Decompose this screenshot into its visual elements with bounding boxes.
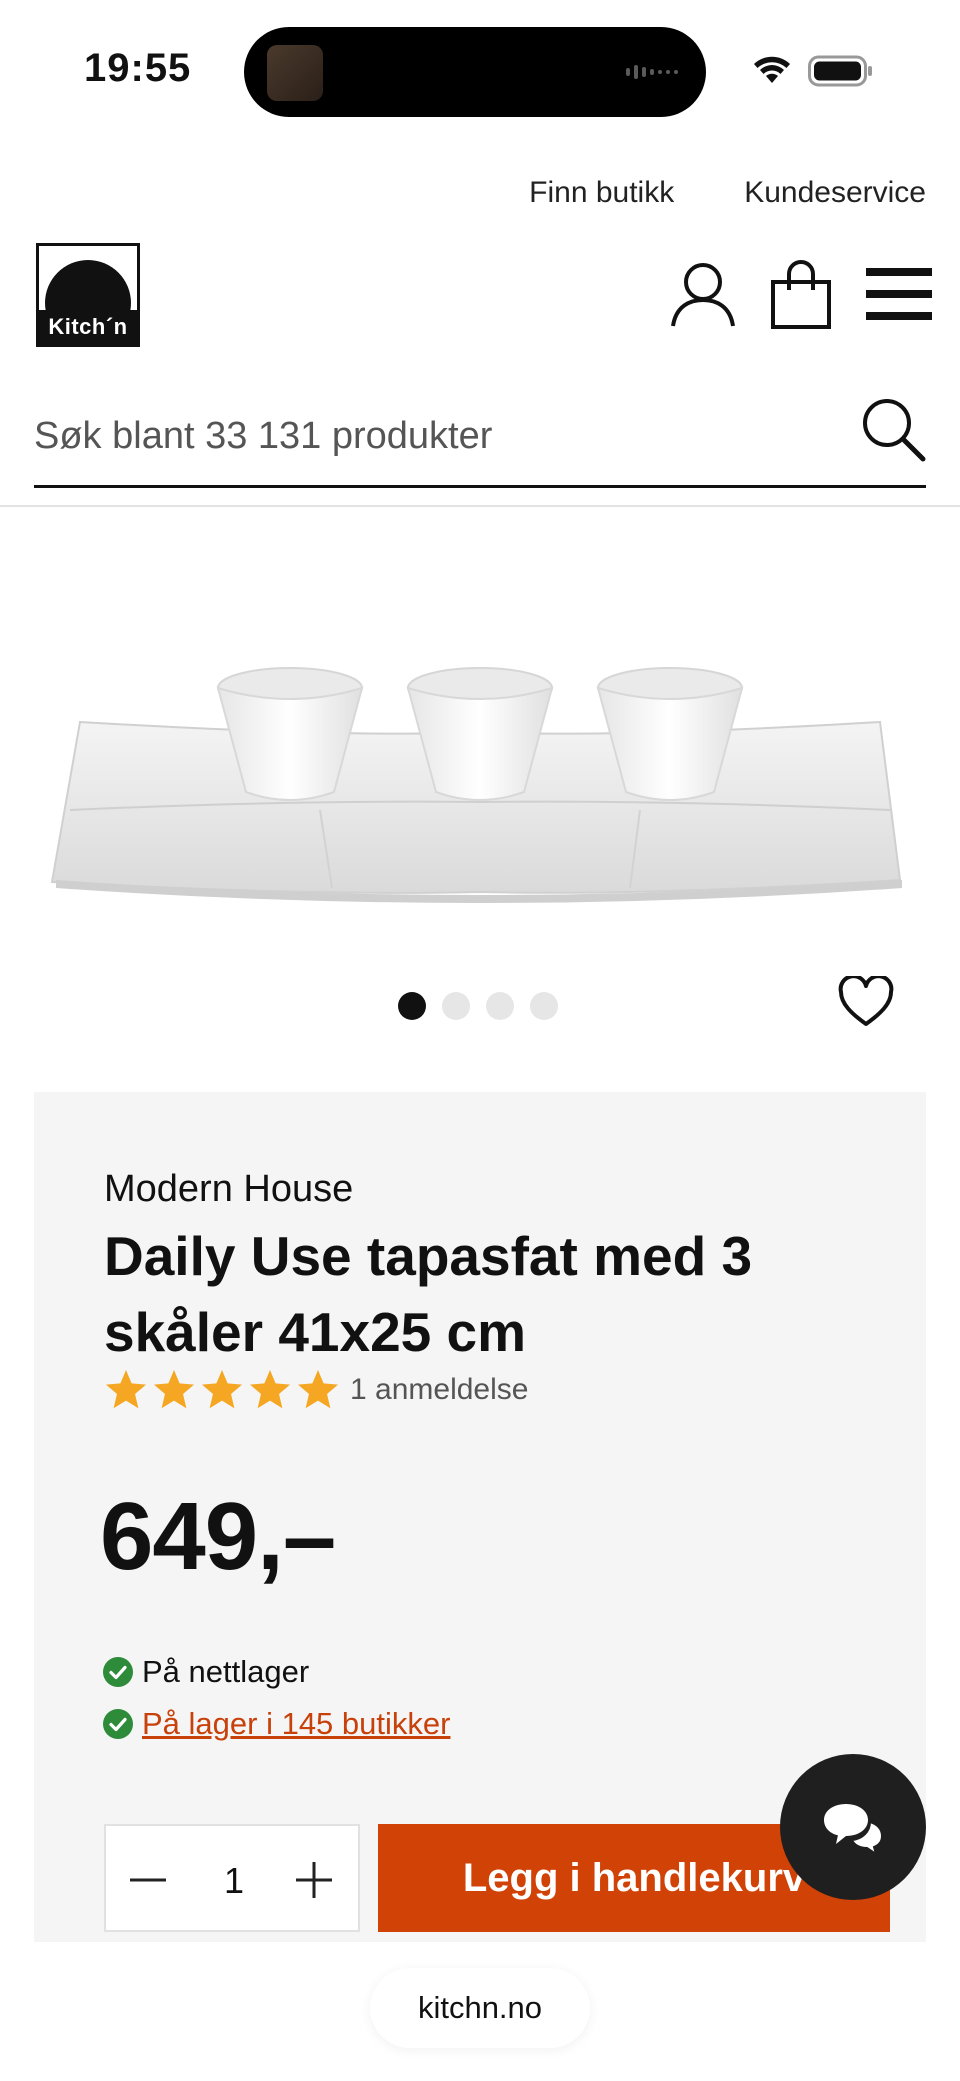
battery-icon [808, 55, 872, 87]
chat-button[interactable] [780, 1754, 926, 1900]
gallery-dot[interactable] [398, 992, 426, 1020]
product-title: Daily Use tapasfat med 3 skåler 41x25 cm [104, 1225, 753, 1363]
gallery-dot[interactable] [486, 992, 514, 1020]
find-store-link[interactable]: Finn butikk [529, 176, 674, 210]
now-playing-thumbnail [267, 45, 323, 101]
quantity-value[interactable]: 1 [206, 1860, 262, 1902]
stock-online-label: På nettlager [142, 1654, 310, 1689]
plus-icon[interactable] [290, 1856, 338, 1904]
heart-icon[interactable] [838, 976, 894, 1028]
status-time: 19:55 [84, 46, 192, 90]
check-circle-icon [103, 1657, 133, 1687]
star-icon [106, 1370, 146, 1409]
browser-url-bar[interactable]: kitchn.no [370, 1968, 590, 2048]
kitchn-logo[interactable]: Kitch´n [36, 243, 140, 347]
quantity-stepper: 1 [104, 1824, 360, 1932]
gallery-dot[interactable] [442, 992, 470, 1020]
search-bar [34, 392, 926, 488]
search-icon[interactable] [860, 396, 926, 462]
logo-top-cover [39, 246, 137, 258]
chat-icon [824, 1804, 884, 1857]
star-icon [154, 1370, 194, 1409]
star-icon [298, 1370, 338, 1409]
stock-online: På nettlager [102, 1654, 309, 1690]
search-input[interactable] [34, 406, 834, 466]
gallery-dot[interactable] [530, 992, 558, 1020]
status-bar: 19:55 [0, 0, 960, 140]
cart-icon[interactable] [770, 260, 832, 330]
account-icon[interactable] [670, 260, 736, 328]
review-count: 1 anmeldelse [350, 1373, 529, 1406]
stock-stores-label[interactable]: På lager i 145 butikker [142, 1706, 450, 1742]
product-price: 649,– [100, 1483, 336, 1590]
gallery-pagination [398, 992, 558, 1020]
product-rating[interactable]: 1 anmeldelse [104, 1368, 528, 1412]
product-brand[interactable]: Modern House [104, 1168, 353, 1211]
top-links: Finn butikk Kundeservice [529, 176, 926, 210]
audio-wave-icon [626, 65, 678, 79]
star-icon [250, 1370, 290, 1409]
star-icon [202, 1370, 242, 1409]
header-divider [0, 505, 960, 507]
wifi-icon [754, 56, 790, 83]
minus-icon[interactable] [124, 1856, 172, 1904]
dynamic-island[interactable] [244, 27, 706, 117]
logo-text: Kitch´n [48, 314, 128, 339]
customer-service-link[interactable]: Kundeservice [744, 176, 926, 210]
check-circle-icon [103, 1709, 133, 1739]
stock-stores-link[interactable]: På lager i 145 butikker [102, 1706, 450, 1742]
product-image[interactable] [50, 660, 910, 920]
menu-icon[interactable] [866, 266, 932, 322]
